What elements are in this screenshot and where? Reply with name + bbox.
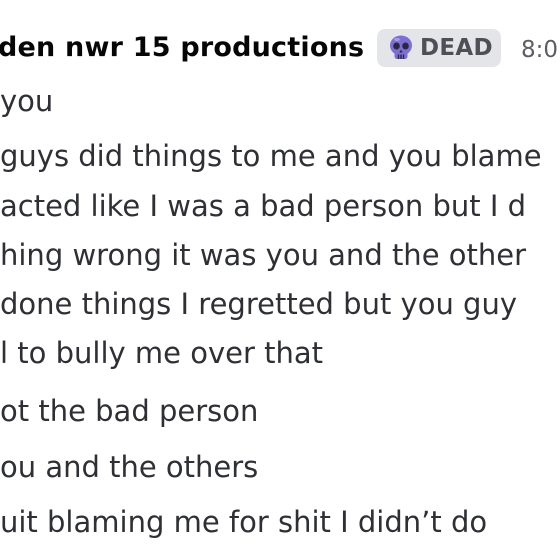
- message-line: hing wrong it was you and the other: [0, 238, 527, 272]
- message-line: ou and the others: [0, 450, 259, 484]
- message-line: you: [0, 84, 54, 118]
- message-header: den nwr 15 productions DEAD 8:0: [0, 26, 560, 74]
- server-tag-badge[interactable]: DEAD: [377, 29, 501, 67]
- message-line: acted like I was a bad person but I d: [0, 189, 527, 223]
- username[interactable]: den nwr 15 productions: [0, 32, 364, 63]
- message-line: done things I regretted but you guy: [0, 287, 517, 321]
- skull-icon: [390, 35, 412, 59]
- timestamp[interactable]: 8:0: [521, 37, 558, 63]
- message-line: ot the bad person: [0, 394, 259, 428]
- message-line: uit blaming me for shit I didn’t do: [0, 505, 488, 539]
- message-line: guys did things to me and you blame: [0, 139, 542, 173]
- tag-label: DEAD: [420, 35, 493, 61]
- message-line: l to bully me over that: [0, 336, 323, 370]
